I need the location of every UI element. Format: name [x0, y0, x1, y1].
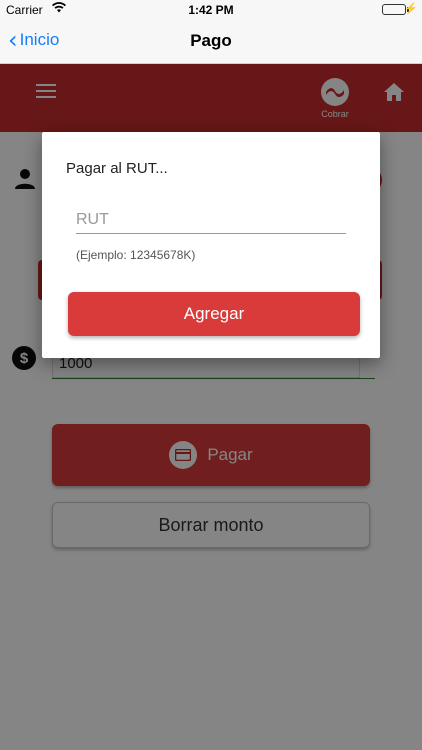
battery-icon — [382, 4, 406, 15]
status-bar: Carrier 1:42 PM ⚡ — [0, 0, 422, 20]
rut-dialog: Pagar al RUT... (Ejemplo: 12345678K) Agr… — [42, 132, 380, 358]
rut-hint: (Ejemplo: 12345678K) — [76, 248, 196, 262]
rut-input[interactable] — [76, 206, 346, 234]
dialog-title: Pagar al RUT... — [66, 160, 168, 177]
agregar-button[interactable]: Agregar — [68, 292, 360, 336]
navigation-bar: ‹ Inicio Pago — [0, 20, 422, 64]
page-title: Pago — [190, 31, 232, 50]
charging-icon: ⚡ — [404, 3, 418, 15]
clock: 1:42 PM — [188, 3, 234, 17]
agregar-label: Agregar — [183, 304, 245, 323]
